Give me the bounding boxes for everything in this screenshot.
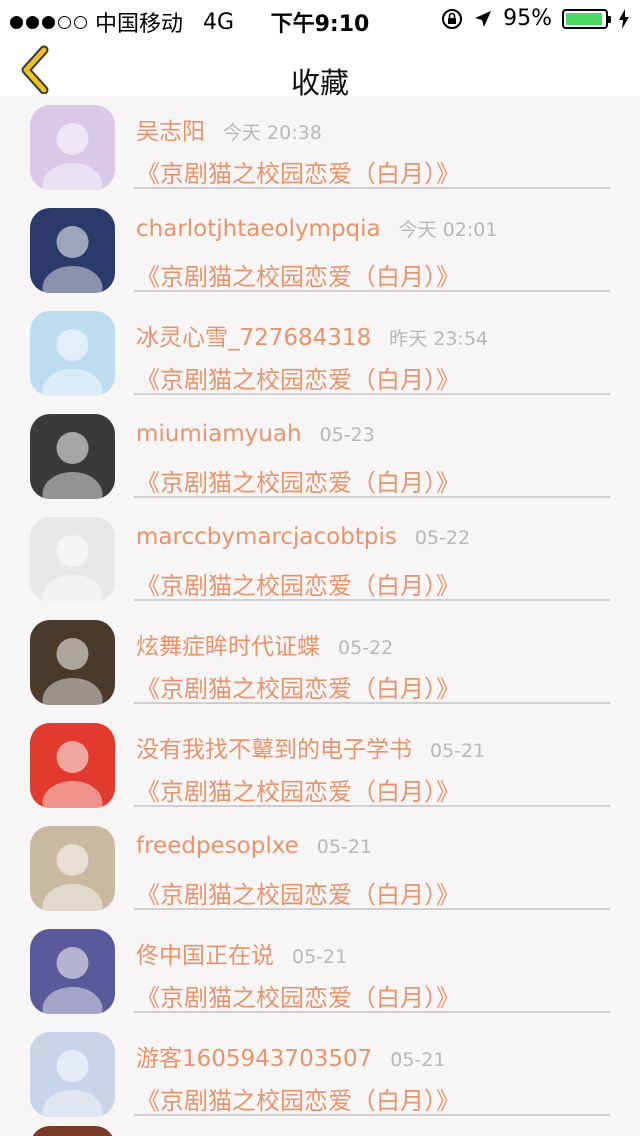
name-line: 吴志阳 今天 20:38 [136,112,322,146]
timestamp: 05-22 [338,637,394,659]
list-item[interactable]: 佟中国正在说 05-21 《京剧猫之校园恋爱（白月）》 [0,920,640,1023]
name-line: miumiamyuah 05-23 [136,421,375,447]
list-item[interactable]: freedpesoplxe 05-21 《京剧猫之校园恋爱（白月）》 [0,817,640,920]
name-line: 游客1605943703507 05-21 [136,1039,445,1073]
list-item[interactable]: marccbymarcjacobtpis 05-22 《京剧猫之校园恋爱（白月）》 [0,508,640,611]
divider [134,599,610,601]
avatar[interactable] [30,929,115,1014]
user-name: marccbymarcjacobtpis [136,524,397,550]
work-title-link[interactable]: 《京剧猫之校园恋爱（白月）》 [136,463,460,498]
status-bar: 中国移动 4G 下午9:10 95% [0,0,640,40]
work-title-link[interactable]: 《京剧猫之校园恋爱（白月）》 [136,360,460,395]
divider [134,187,610,189]
name-line: 没有我找不鼙到的电子学书 05-21 [136,730,485,764]
location-arrow-icon [475,10,492,27]
timestamp: 05-21 [316,836,373,858]
list-item[interactable]: miumiamyuah 05-23 《京剧猫之校园恋爱（白月）》 [0,405,640,508]
favorites-list: 吴志阳 今天 20:38 《京剧猫之校园恋爱（白月）》 charlotjhtaeoly… [0,96,640,1126]
list-item[interactable]: 没有我找不鼙到的电子学书 05-21 《京剧猫之校园恋爱（白月）》 [0,714,640,817]
nav-bar: 收藏 [0,40,640,100]
user-name: 游客1605943703507 [136,1046,373,1072]
name-line: freedpesoplxe 05-21 [136,833,372,859]
divider [134,496,610,498]
avatar[interactable] [30,208,115,293]
avatar[interactable] [30,1032,115,1117]
battery-percent: 95% [503,6,552,31]
work-title-link[interactable]: 《京剧猫之校园恋爱（白月）》 [136,669,460,704]
user-name: 没有我找不鼙到的电子学书 [136,737,412,763]
user-name: miumiamyuah [136,421,302,447]
divider [134,393,610,395]
divider [134,908,610,910]
timestamp: 05-21 [390,1049,446,1071]
avatar[interactable] [30,105,115,190]
work-title-link[interactable]: 《京剧猫之校园恋爱（白月）》 [136,257,460,292]
divider [134,702,610,704]
divider [134,290,610,292]
work-title-link[interactable]: 《京剧猫之校园恋爱（白月）》 [136,154,460,189]
work-title-link[interactable]: 《京剧猫之校园恋爱（白月）》 [136,772,460,807]
battery-icon [562,8,611,29]
list-item[interactable]: 吴志阳 今天 20:38 《京剧猫之校园恋爱（白月）》 [0,96,640,199]
name-line: 冰灵心雪_727684318 昨天 23:54 [136,318,488,352]
user-name: 佟中国正在说 [136,943,274,969]
avatar[interactable] [30,517,115,602]
user-name: charlotjhtaeolympqia [136,216,381,242]
timestamp: 05-22 [414,527,471,549]
list-item[interactable]: charlotjhtaeolympqia 今天 02:01 《京剧猫之校园恋爱（白月… [0,199,640,302]
avatar-partial [30,1126,115,1136]
work-title-link[interactable]: 《京剧猫之校园恋爱（白月）》 [136,875,460,910]
charging-bolt-icon [619,8,629,29]
work-title-link[interactable]: 《京剧猫之校园恋爱（白月）》 [136,1081,460,1116]
avatar[interactable] [30,723,115,808]
list-item[interactable]: 游客1605943703507 05-21 《京剧猫之校园恋爱（白月）》 [0,1023,640,1126]
work-title-link[interactable]: 《京剧猫之校园恋爱（白月）》 [136,978,460,1013]
timestamp: 05-23 [319,424,375,446]
divider [134,1011,610,1013]
avatar[interactable] [30,311,115,396]
list-item[interactable]: 炫舞症眸时代证蝶 05-22 《京剧猫之校园恋爱（白月）》 [0,611,640,714]
list-item[interactable]: 冰灵心雪_727684318 昨天 23:54 《京剧猫之校园恋爱（白月）》 [0,302,640,405]
timestamp: 05-21 [430,740,486,762]
timestamp: 昨天 23:54 [389,328,488,350]
work-title-link[interactable]: 《京剧猫之校园恋爱（白月）》 [136,566,460,601]
timestamp: 今天 02:01 [398,219,498,241]
name-line: charlotjhtaeolympqia 今天 02:01 [136,215,497,242]
avatar[interactable] [30,414,115,499]
divider [134,805,610,807]
user-name: 吴志阳 [136,119,205,145]
divider [134,1114,610,1116]
timestamp: 今天 20:38 [223,122,322,144]
avatar[interactable] [30,826,115,911]
avatar[interactable] [30,620,115,705]
name-line: marccbymarcjacobtpis 05-22 [136,524,470,550]
user-name: 冰灵心雪_727684318 [136,325,372,351]
status-right: 95% [441,6,630,31]
user-name: 炫舞症眸时代证蝶 [136,634,320,660]
name-line: 炫舞症眸时代证蝶 05-22 [136,627,393,661]
timestamp: 05-21 [292,946,348,968]
orientation-lock-icon [442,8,463,29]
user-name: freedpesoplxe [136,833,299,859]
name-line: 佟中国正在说 05-21 [136,936,347,970]
